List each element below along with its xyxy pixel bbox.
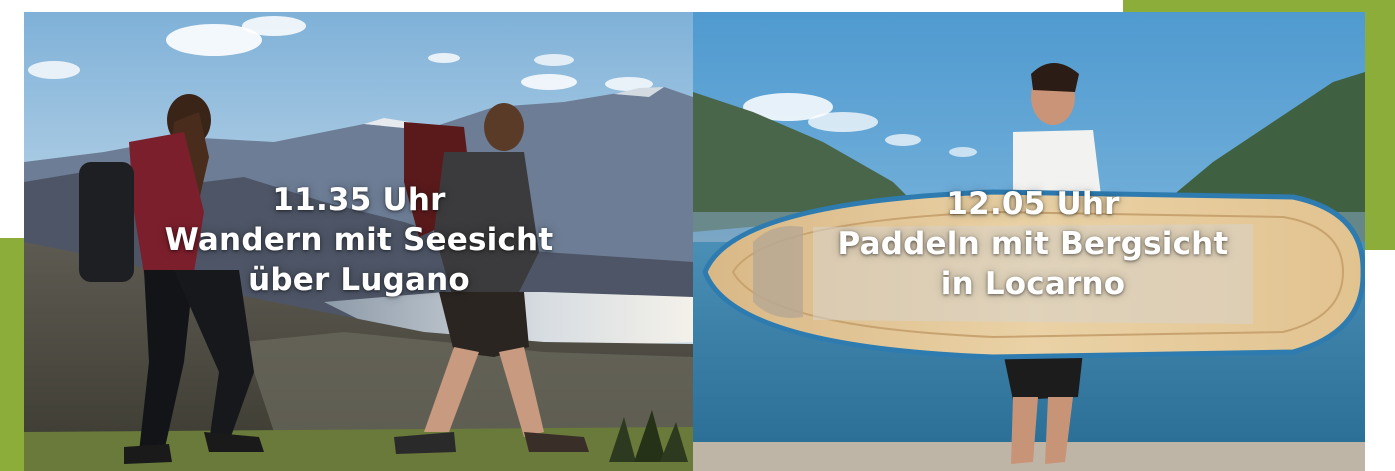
paddling-photo-panel: 12.05 Uhr Paddeln mit Bergsicht in Locar… <box>693 12 1365 471</box>
paddling-title-line2: in Locarno <box>940 266 1126 302</box>
hiking-title-line2: über Lugano <box>248 262 470 298</box>
hiking-time: 11.35 Uhr <box>272 182 446 218</box>
hiking-caption: 11.35 Uhr Wandern mit Seesicht über Luga… <box>84 180 634 300</box>
hiking-title-line1: Wandern mit Seesicht <box>164 222 554 258</box>
green-accent-bar-right <box>1365 0 1395 250</box>
green-accent-bar-top-right <box>1123 0 1395 12</box>
photo-collage: 11.35 Uhr Wandern mit Seesicht über Luga… <box>0 0 1395 471</box>
paddling-time: 12.05 Uhr <box>946 186 1120 222</box>
green-accent-bar-left <box>0 238 24 471</box>
paddling-caption: 12.05 Uhr Paddeln mit Bergsicht in Locar… <box>783 184 1283 304</box>
paddling-title-line1: Paddeln mit Bergsicht <box>837 226 1229 262</box>
hiking-photo-panel: 11.35 Uhr Wandern mit Seesicht über Luga… <box>24 12 693 471</box>
